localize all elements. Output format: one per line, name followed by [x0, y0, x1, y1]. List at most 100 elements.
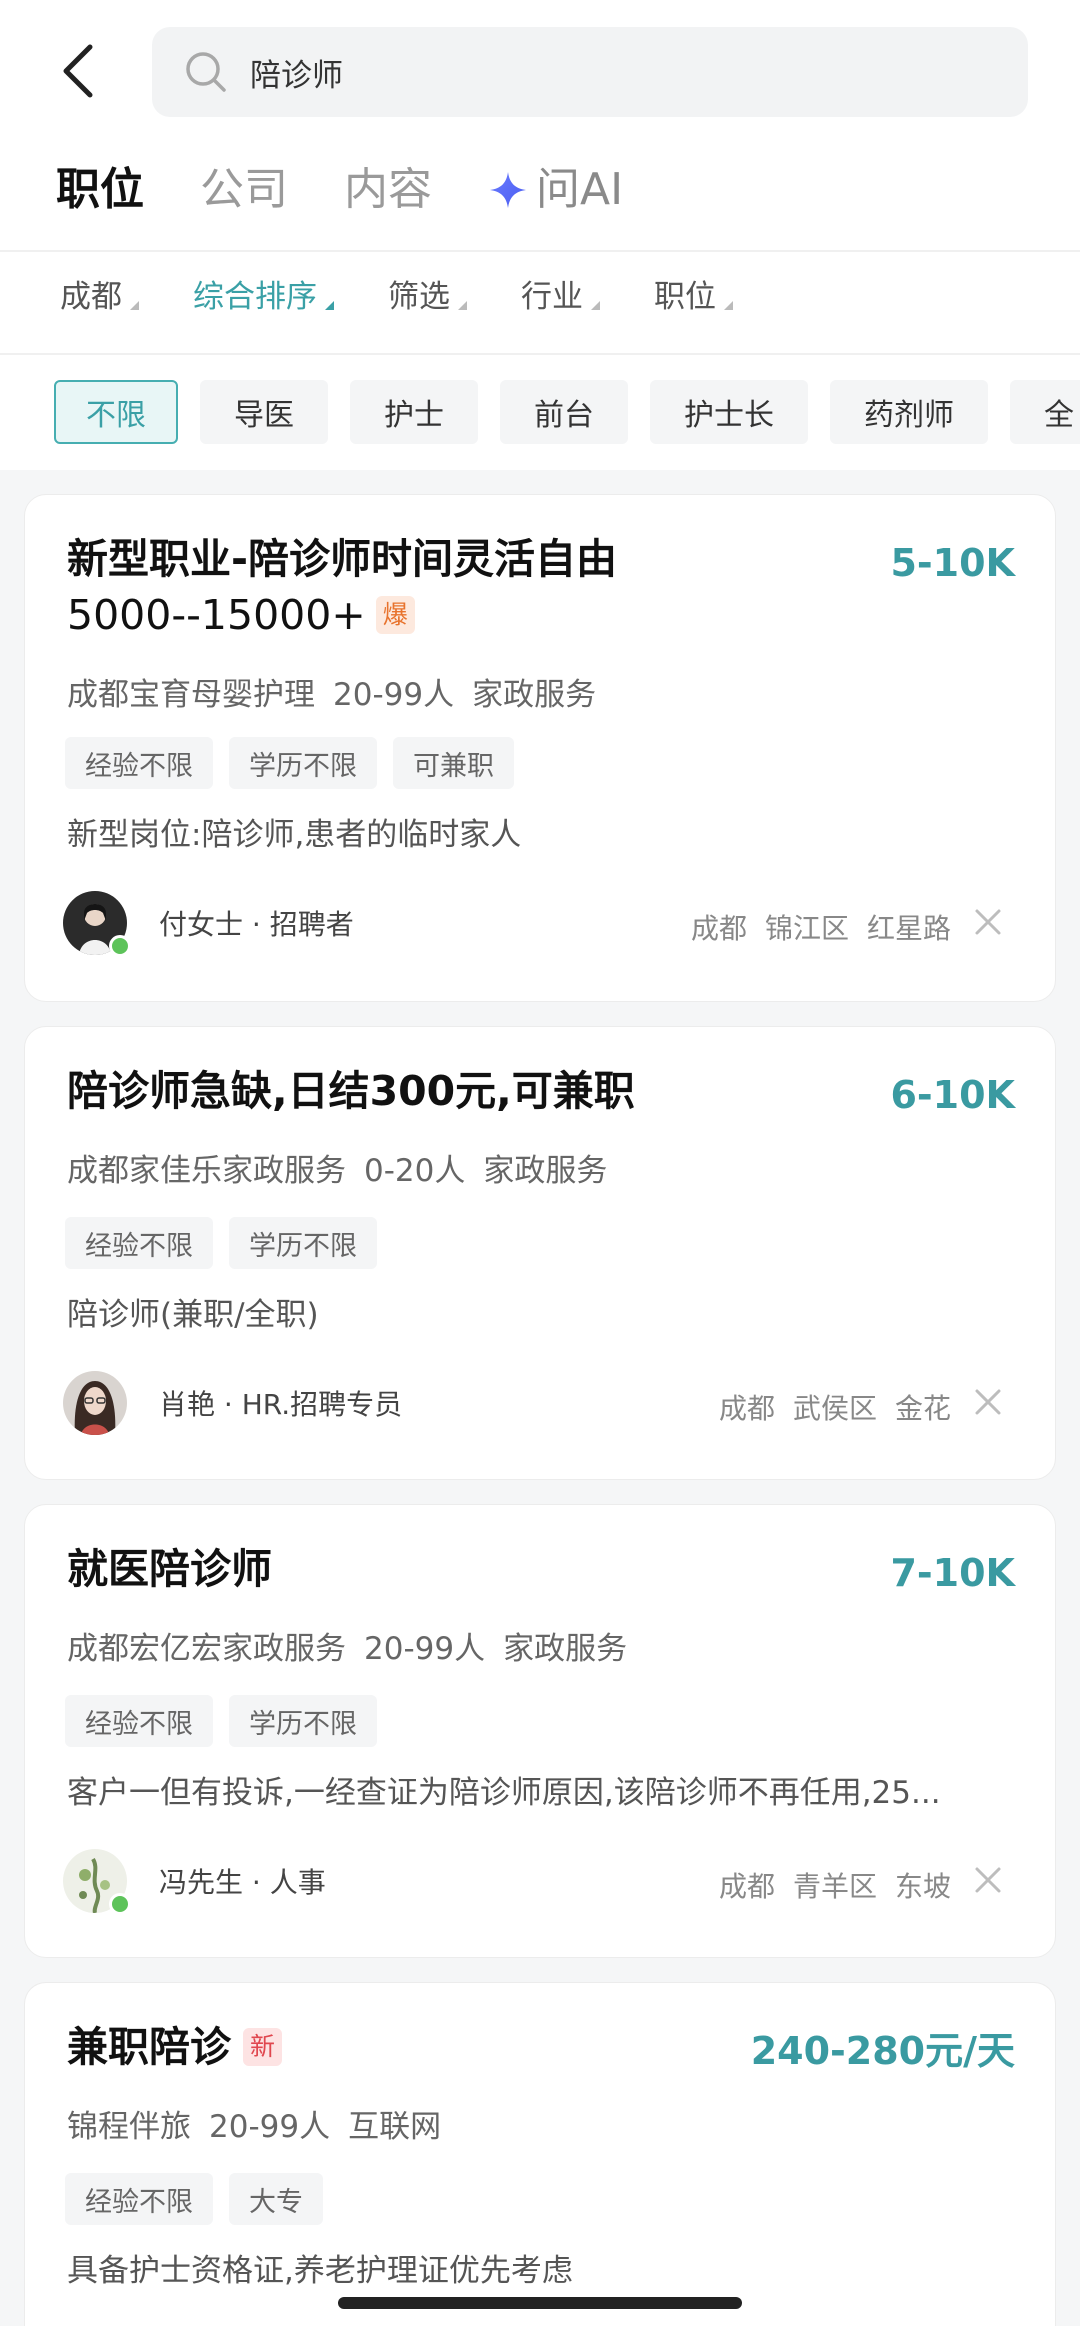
tab-ask-ai[interactable]: 问AI — [488, 160, 623, 220]
company-info: 成都宏亿宏家政服务 20-99人 家政服务 — [67, 1623, 645, 1668]
filter-screen[interactable]: 筛选 — [388, 271, 467, 316]
recruiter-name: 冯先生 · 人事 — [159, 1866, 326, 1899]
job-title: 陪诊师急缺,日结300元,可兼职 — [67, 1063, 635, 1119]
chip-head-nurse[interactable]: 护士长 — [650, 380, 808, 444]
location-district: 青羊区 — [792, 1870, 877, 1903]
job-tags: 经验不限 大专 — [65, 2173, 339, 2225]
company-name: 成都宝育母婴护理 — [67, 677, 315, 713]
company-name: 成都宏亿宏家政服务 — [67, 1631, 346, 1667]
company-info: 成都家佳乐家政服务 0-20人 家政服务 — [67, 1145, 625, 1190]
location-city: 成都 — [718, 1870, 775, 1903]
back-button[interactable] — [52, 40, 102, 102]
job-description: 客户一但有投诉,一经查证为陪诊师原因,该陪诊师不再任用,25... — [67, 1775, 941, 1811]
job-title: 就医陪诊师 — [67, 1541, 272, 1597]
job-tags: 经验不限 学历不限 可兼职 — [65, 737, 530, 789]
filter-screen-label: 筛选 — [388, 278, 450, 315]
salary: 6-10K — [890, 1073, 1015, 1117]
job-title-line: 陪诊师急缺,日结300元,可兼职 — [67, 1067, 635, 1115]
filter-industry[interactable]: 行业 — [521, 271, 600, 316]
recruiter-info[interactable]: 肖艳 · HR.招聘专员 — [63, 1371, 402, 1435]
chip-nurse[interactable]: 护士 — [350, 380, 478, 444]
divider — [0, 353, 1080, 355]
location-city: 成都 — [690, 912, 747, 945]
tab-content[interactable]: 内容 — [344, 160, 432, 220]
chip-pharmacist[interactable]: 药剂师 — [830, 380, 988, 444]
home-indicator[interactable] — [338, 2297, 742, 2309]
avatar-photo — [63, 1371, 127, 1435]
job-card[interactable]: 兼职陪诊新 240-280元/天 锦程伴旅 20-99人 互联网 经验不限 大专 具… — [24, 1982, 1056, 2326]
tab-ask-ai-label: 问AI — [536, 164, 624, 215]
caret-icon — [724, 300, 733, 310]
avatar — [63, 891, 131, 957]
search-query[interactable]: 陪诊师 — [250, 50, 343, 95]
dismiss-close-icon[interactable] — [973, 907, 1003, 937]
tag-experience: 经验不限 — [65, 1217, 213, 1269]
company-size: 20-99人 — [209, 2109, 331, 2145]
tag-education: 学历不限 — [229, 1695, 377, 1747]
location-area: 东坡 — [894, 1870, 951, 1903]
job-card[interactable]: 新型职业-陪诊师时间灵活自由 5000--15000+ 爆 5-10K 成都宝育母… — [24, 494, 1056, 1002]
recruiter-info[interactable]: 冯先生 · 人事 — [63, 1849, 326, 1915]
dismiss-close-icon[interactable] — [973, 1387, 1003, 1417]
tag-experience: 经验不限 — [65, 1695, 213, 1747]
online-status-dot — [109, 935, 131, 957]
job-tags: 经验不限 学历不限 — [65, 1217, 393, 1269]
job-title-line: 新型职业-陪诊师时间灵活自由 — [67, 535, 618, 583]
company-size: 0-20人 — [364, 1153, 466, 1189]
company-industry: 互联网 — [348, 2109, 442, 2145]
job-location: 成都 青羊区 东坡 — [701, 1865, 951, 1905]
job-card[interactable]: 陪诊师急缺,日结300元,可兼职 6-10K 成都家佳乐家政服务 0-20人 家政服… — [24, 1026, 1056, 1480]
avatar — [63, 1371, 127, 1435]
caret-icon — [591, 300, 600, 310]
tag-part-time: 可兼职 — [393, 737, 514, 789]
chip-unlimited[interactable]: 不限 — [54, 380, 178, 444]
recruiter-info[interactable]: 付女士 · 招聘者 — [63, 891, 354, 957]
company-industry: 家政服务 — [483, 1153, 608, 1189]
dismiss-close-icon[interactable] — [973, 1865, 1003, 1895]
location-district: 锦江区 — [764, 912, 849, 945]
online-status-dot — [109, 1893, 131, 1915]
tag-education: 学历不限 — [229, 1217, 377, 1269]
tab-companies[interactable]: 公司 — [200, 160, 288, 220]
company-size: 20-99人 — [364, 1631, 486, 1667]
tag-experience: 经验不限 — [65, 737, 213, 789]
chip-reception[interactable]: 前台 — [500, 380, 628, 444]
salary: 240-280元/天 — [750, 2029, 1015, 2073]
job-location: 成都 武侯区 金花 — [701, 1387, 951, 1427]
new-badge: 新 — [243, 2028, 283, 2066]
chip-all[interactable]: 全 — [1010, 380, 1080, 444]
caret-icon — [130, 300, 139, 310]
back-arrow-icon — [63, 44, 93, 98]
company-info: 锦程伴旅 20-99人 互联网 — [67, 2101, 459, 2146]
chip-guide[interactable]: 导医 — [200, 380, 328, 444]
job-card[interactable]: 就医陪诊师 7-10K 成都宏亿宏家政服务 20-99人 家政服务 经验不限 学历不… — [24, 1504, 1056, 1958]
search-bar[interactable]: 陪诊师 — [152, 27, 1028, 117]
location-district: 武侯区 — [792, 1392, 877, 1425]
company-industry: 家政服务 — [472, 677, 597, 713]
divider — [0, 250, 1080, 252]
avatar — [63, 1849, 131, 1915]
tag-education: 学历不限 — [229, 737, 377, 789]
filter-sort-label: 综合排序 — [193, 278, 317, 315]
job-title-line: 5000--15000+ 爆 — [67, 587, 617, 643]
job-description: 具备护士资格证,养老护理证优先考虑 — [67, 2253, 573, 2289]
tab-jobs[interactable]: 职位 — [56, 160, 144, 220]
location-area: 红星路 — [866, 912, 951, 945]
salary: 7-10K — [890, 1551, 1015, 1595]
caret-icon — [325, 300, 334, 310]
location-city: 成都 — [718, 1392, 775, 1425]
tag-experience: 经验不限 — [65, 2173, 213, 2225]
category-chips: 不限 导医 护士 前台 护士长 药剂师 全 — [54, 380, 1080, 444]
company-name: 成都家佳乐家政服务 — [67, 1153, 346, 1189]
job-title-line: 就医陪诊师 — [67, 1545, 272, 1593]
top-tabs: 职位 公司 内容 问AI — [56, 160, 679, 220]
filter-sort[interactable]: 综合排序 — [193, 271, 334, 316]
search-icon — [186, 52, 226, 92]
caret-icon — [458, 300, 467, 310]
company-size: 20-99人 — [333, 677, 455, 713]
filter-position[interactable]: 职位 — [654, 271, 733, 316]
filter-city[interactable]: 成都 — [60, 271, 139, 316]
filter-position-label: 职位 — [654, 278, 716, 315]
ai-sparkle-icon — [490, 172, 526, 208]
job-tags: 经验不限 学历不限 — [65, 1695, 393, 1747]
